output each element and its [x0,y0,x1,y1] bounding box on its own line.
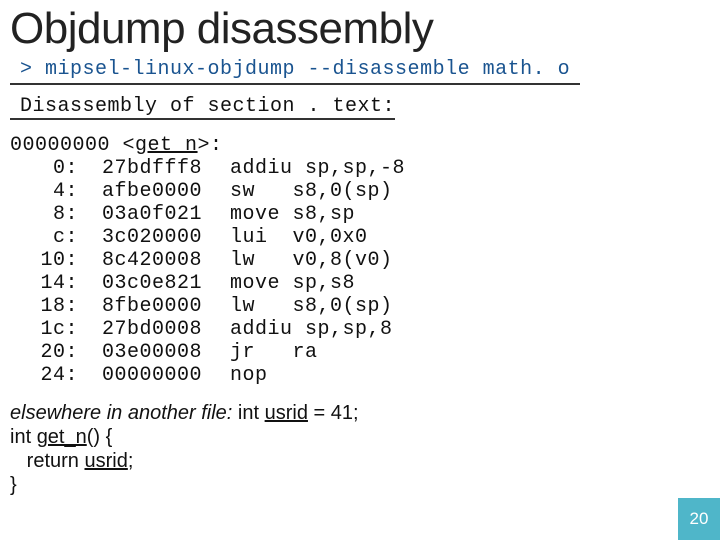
asm-row: 1c:27bd0008addiu sp,sp,8 [10,318,720,341]
asm-row: 4:afbe0000sw s8,0(sp) [10,180,720,203]
page-number: 20 [678,498,720,540]
asm-row: 10:8c420008lw v0,8(v0) [10,249,720,272]
fn-getn: get_n [37,426,87,448]
asm-row: 24:00000000nop [10,364,720,387]
elsewhere-intro: elsewhere in another file: [10,402,232,424]
symbol-close: >: [198,134,223,157]
asm-row: 20:03e00008jr ra [10,341,720,364]
asm-row: 18:8fbe0000lw s8,0(sp) [10,295,720,318]
symbol-addr: 00000000 [10,134,110,157]
slide-title: Objdump disassembly [0,0,720,56]
symbol-line: 00000000 <get_n>: [10,134,720,157]
asm-row: 0:27bdfff8addiu sp,sp,-8 [10,157,720,180]
disassembly-block: 00000000 <get_n>: 0:27bdfff8addiu sp,sp,… [0,134,720,387]
var-usrid: usrid [265,402,308,424]
asm-row: 14:03c0e821move sp,s8 [10,272,720,295]
symbol-name: get_n [135,134,198,157]
section-header: Disassembly of section . text: [10,95,395,120]
command-line: > mipsel-linux-objdump --disassemble mat… [10,56,580,85]
asm-row: c:3c020000lui v0,0x0 [10,226,720,249]
symbol-open: < [110,134,135,157]
asm-row: 8:03a0f021move s8,sp [10,203,720,226]
elsewhere-note: elsewhere in another file: int usrid = 4… [0,387,720,497]
